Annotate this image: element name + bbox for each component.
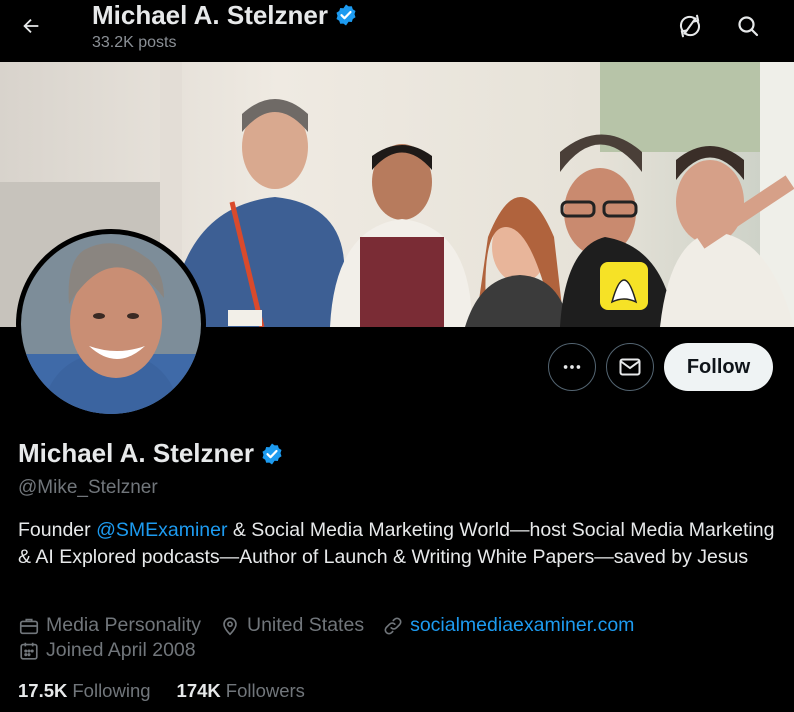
avatar-photo	[21, 234, 201, 414]
meta-location: United States	[219, 614, 364, 637]
calendar-icon	[20, 642, 38, 660]
followers-link[interactable]: 174K Followers	[177, 680, 305, 702]
message-button[interactable]	[606, 343, 654, 391]
briefcase-icon	[19, 618, 39, 634]
following-link[interactable]: 17.5K Following	[18, 680, 151, 702]
website-link[interactable]: socialmediaexaminer.com	[410, 614, 634, 637]
verified-badge-icon[interactable]	[260, 442, 284, 466]
profile-handle: @Mike_Stelzner	[18, 477, 158, 498]
profile-name: Michael A. Stelzner	[18, 438, 254, 468]
meta-joined: Joined April 2008	[18, 639, 196, 662]
link-icon	[384, 617, 402, 634]
avatar[interactable]	[21, 234, 201, 414]
refresh-button[interactable]	[673, 9, 707, 43]
top-bar: Michael A. Stelzner 33.2K posts	[0, 0, 794, 62]
meta-joined-text: Joined April 2008	[46, 639, 196, 661]
back-button[interactable]	[14, 9, 48, 43]
bio-text-1: Founder	[18, 519, 97, 541]
header-title: Michael A. Stelzner	[92, 0, 358, 30]
more-icon	[563, 365, 581, 369]
following-count: 17.5K	[18, 680, 68, 701]
envelope-icon	[619, 358, 641, 376]
meta-location-text: United States	[247, 614, 365, 636]
follow-button[interactable]: Follow	[664, 343, 773, 391]
profile-joined-row: Joined April 2008	[18, 639, 214, 662]
meta-category: Media Personality	[18, 614, 201, 637]
verified-badge-icon	[336, 4, 356, 26]
followers-label: Followers	[225, 680, 305, 701]
avatar-ring[interactable]	[16, 229, 206, 419]
followers-count: 174K	[176, 680, 221, 701]
search-button[interactable]	[731, 9, 765, 43]
location-pin-icon	[223, 616, 237, 635]
posts-count: 33.2K posts	[92, 34, 177, 51]
following-label: Following	[72, 680, 151, 701]
search-icon	[738, 16, 759, 37]
profile-bio: Founder @SMExaminer & Social Media Marke…	[18, 517, 778, 570]
meta-category-text: Media Personality	[46, 614, 201, 636]
meta-website: socialmediaexaminer.com	[382, 614, 634, 637]
arrow-left-icon	[23, 18, 39, 34]
bio-mention-link[interactable]: @SMExaminer	[96, 519, 227, 541]
refresh-icon	[679, 14, 701, 38]
profile-name-row: Michael A. Stelzner	[18, 438, 284, 469]
profile-meta-row: Media Personality United States socialme…	[18, 614, 652, 637]
more-button[interactable]	[548, 343, 596, 391]
header-name: Michael A. Stelzner	[92, 0, 328, 30]
profile-stats: 17.5K Following 174K Followers	[18, 680, 305, 702]
